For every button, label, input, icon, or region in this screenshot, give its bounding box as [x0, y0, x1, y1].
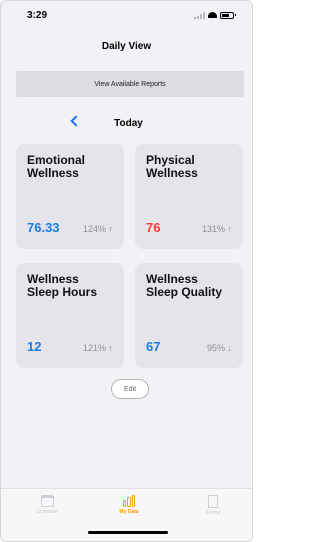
- home-indicator: [88, 531, 168, 534]
- card-change: 124% ↑: [82, 224, 113, 234]
- status-time: 3:29: [27, 9, 48, 21]
- card-change: 95% ↓: [206, 343, 232, 353]
- card-sleep-hours[interactable]: Wellness Sleep Hours 12 121% ↑: [16, 263, 124, 368]
- card-value: 12: [27, 339, 42, 354]
- card-value: 76.33: [27, 220, 60, 235]
- phone-screen: 3:29 Daily View View Available Reports T…: [0, 0, 253, 542]
- bar-chart-icon: [122, 495, 137, 507]
- card-value: 67: [146, 339, 161, 354]
- card-change: 121% ↑: [82, 343, 113, 353]
- date-navigator: Today: [1, 114, 252, 134]
- date-label: Today: [114, 118, 143, 129]
- card-value: 76: [146, 220, 161, 235]
- card-title: Physical Wellness: [146, 153, 198, 180]
- tab-my-data[interactable]: My Data: [99, 495, 159, 515]
- tab-label: Forms: [205, 510, 221, 516]
- status-icons: [194, 11, 236, 19]
- tab-label: My Data: [119, 509, 139, 515]
- page-title: Daily View: [101, 41, 152, 52]
- card-sleep-quality[interactable]: Wellness Sleep Quality 67 95% ↓: [135, 263, 243, 368]
- view-reports-button[interactable]: View Available Reports: [16, 71, 244, 97]
- card-title: Wellness Sleep Hours: [27, 272, 98, 299]
- signal-icon: [194, 11, 205, 19]
- tab-forms[interactable]: Forms: [183, 495, 243, 516]
- edit-button[interactable]: Edit: [111, 379, 149, 399]
- battery-icon: [220, 11, 236, 19]
- card-emotional-wellness[interactable]: Emotional Wellness 76.33 124% ↑: [16, 144, 124, 249]
- status-bar: 3:29: [1, 1, 252, 29]
- wifi-icon: [208, 12, 217, 18]
- card-change: 131% ↑: [201, 224, 232, 234]
- tab-label: Schedule: [36, 509, 58, 515]
- calendar-icon: [40, 495, 54, 507]
- card-title: Wellness Sleep Quality: [146, 272, 223, 299]
- tab-schedule[interactable]: Schedule: [17, 495, 77, 515]
- card-title: Emotional Wellness: [27, 153, 86, 180]
- card-physical-wellness[interactable]: Physical Wellness 76 131% ↑: [135, 144, 243, 249]
- document-icon: [208, 495, 218, 508]
